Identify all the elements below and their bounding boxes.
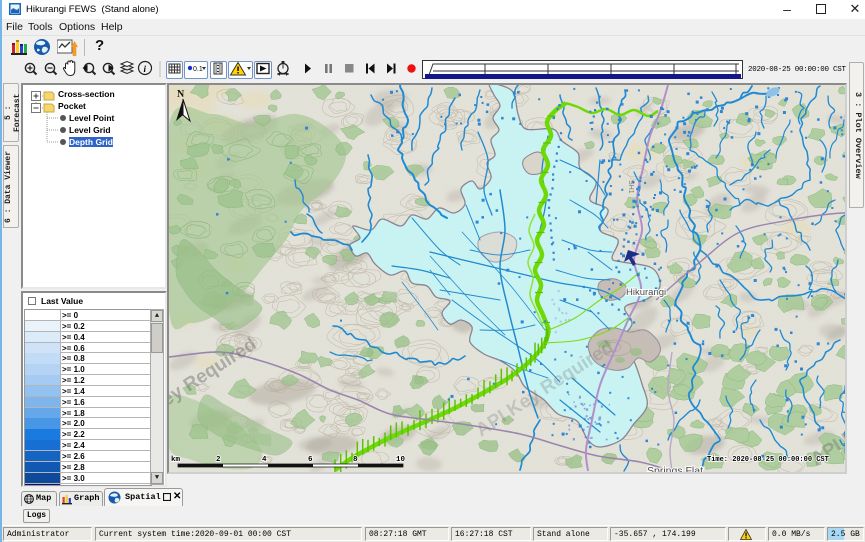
svg-text:8: 8 (353, 456, 358, 464)
svg-text:km: km (171, 456, 181, 464)
svg-text:Hikurangi: Hikurangi (626, 287, 666, 298)
svg-text:N: N (177, 89, 185, 100)
svg-text:2: 2 (216, 456, 221, 464)
svg-text:6: 6 (308, 456, 313, 464)
svg-text:Time: 2020-08-25 00:00:00 CST: Time: 2020-08-25 00:00:00 CST (707, 456, 829, 464)
svg-text:Springs Flat: Springs Flat (647, 465, 703, 472)
svg-text:0.1: 0.1 (193, 66, 203, 73)
svg-text:4: 4 (262, 456, 267, 464)
svg-text:10: 10 (396, 456, 406, 464)
svg-text:SH1: SH1 (627, 180, 634, 194)
